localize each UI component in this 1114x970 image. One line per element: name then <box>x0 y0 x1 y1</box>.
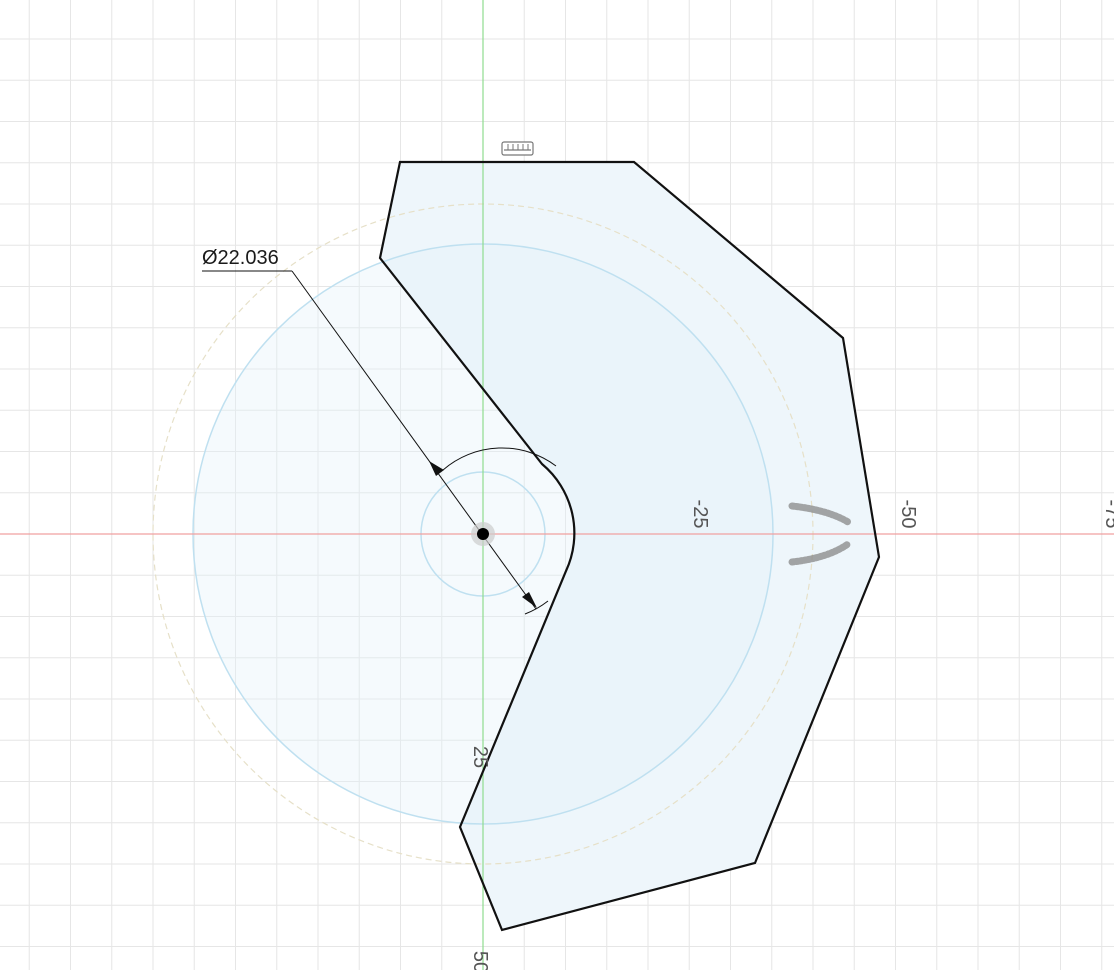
sketch-canvas[interactable]: Ø22.036 -25 -50 -75 25 50 <box>0 0 1114 970</box>
axis-label-neg25: -25 <box>689 500 711 529</box>
dimension-label[interactable]: Ø22.036 <box>202 247 279 269</box>
axis-label-pos25: 25 <box>469 746 491 768</box>
axis-label-neg50: -50 <box>897 500 919 529</box>
axis-label-pos50: 50 <box>469 951 491 970</box>
axis-label-neg75: -75 <box>1101 500 1114 529</box>
sketch-origin-icon[interactable] <box>471 522 495 546</box>
horizontal-constraint-icon[interactable] <box>501 141 534 156</box>
